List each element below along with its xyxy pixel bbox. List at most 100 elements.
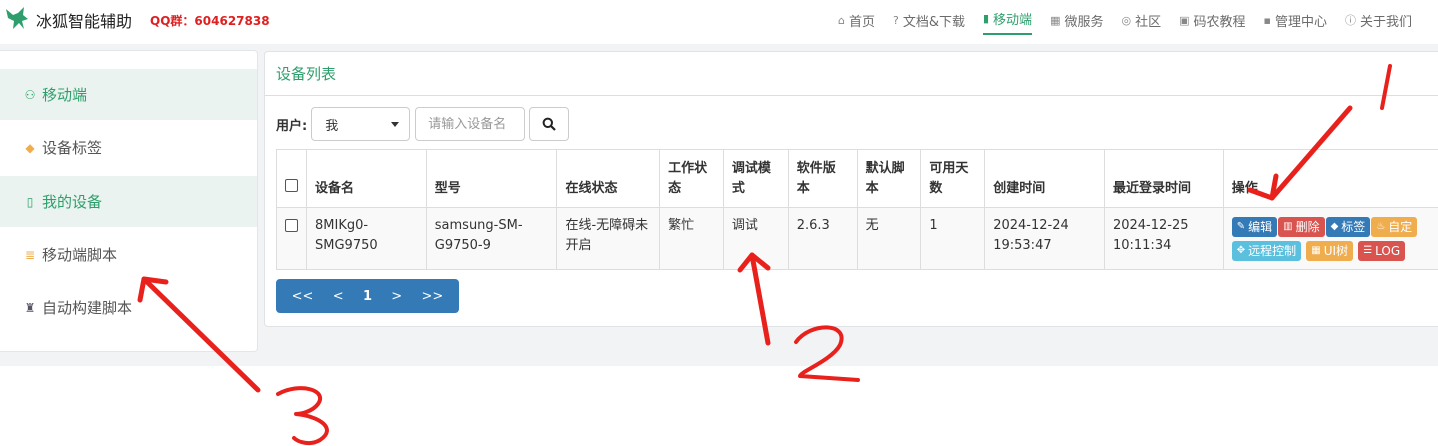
first-page-button[interactable]: << bbox=[292, 289, 314, 304]
table-header-row: 设备名 型号 在线状态 工作状态 调试模式 软件版本 默认脚本 可用天数 创建时… bbox=[276, 149, 1438, 208]
nav-admin[interactable]: ▪ 管理中心 bbox=[1264, 0, 1327, 40]
column-header[interactable]: 最近登录时间 bbox=[1103, 149, 1224, 208]
actions-cell: ✎ 编辑 ▥ 删除 ◆ 标签 ♨ 自定 ✥ 远程控制 ▦ UI树 ☰ LOG bbox=[1222, 207, 1438, 270]
sidebar-item-device-tags[interactable]: ◆ 设备标签 bbox=[0, 122, 257, 173]
annotation-number-3-stroke bbox=[276, 386, 329, 446]
fire-icon: ♨ bbox=[1376, 221, 1386, 232]
chevron-down-icon bbox=[391, 122, 400, 127]
list-icon: ☰ bbox=[1363, 245, 1373, 256]
log-button[interactable]: ☰ LOG bbox=[1358, 241, 1406, 261]
column-header[interactable]: 创建时间 bbox=[984, 149, 1105, 208]
table-row: 8MIKg0-SMG9750 samsung-SM-G9750-9 在线-无障碍… bbox=[276, 207, 1438, 270]
button-label: 标签 bbox=[1341, 220, 1366, 234]
button-label: 自定 bbox=[1388, 220, 1413, 234]
sidebar-item-label: 设备标签 bbox=[42, 139, 103, 157]
trash-icon: ▥ bbox=[1283, 221, 1293, 232]
ui-tree-button[interactable]: ▦ UI树 bbox=[1306, 241, 1354, 261]
nav-home[interactable]: ⌂ 首页 bbox=[838, 0, 875, 40]
debug-mode-cell: 调试 bbox=[722, 207, 789, 270]
nav-label: 文档&下载 bbox=[902, 14, 965, 30]
row-checkbox[interactable] bbox=[285, 219, 298, 232]
tag-icon: ◆ bbox=[25, 140, 35, 155]
column-header[interactable]: 软件版本 bbox=[787, 149, 858, 208]
nav-about[interactable]: ⓘ 关于我们 bbox=[1345, 0, 1412, 40]
grid-icon: ▦ bbox=[1311, 245, 1321, 256]
devices-icon: ▯ bbox=[26, 194, 34, 209]
button-label: 编辑 bbox=[1248, 220, 1273, 234]
grid-icon: ▪ bbox=[1263, 13, 1271, 27]
calendar-icon: ▦ bbox=[1050, 13, 1061, 27]
sidebar-item-auto-build-scripts[interactable]: ♜ 自动构建脚本 bbox=[0, 282, 257, 333]
button-label: LOG bbox=[1375, 244, 1401, 258]
last-page-button[interactable]: >> bbox=[421, 289, 443, 304]
nav-docs[interactable]: ? 文档&下载 bbox=[893, 0, 965, 40]
chat-icon: ◎ bbox=[1121, 13, 1132, 27]
nav-label: 微服务 bbox=[1064, 14, 1104, 30]
sidebar-item-my-devices[interactable]: ▯ 我的设备 bbox=[0, 176, 257, 227]
sidebar-item-label: 移动端脚本 bbox=[42, 246, 118, 264]
device-name-search-input[interactable] bbox=[415, 107, 526, 141]
nav-microservice[interactable]: ▦ 微服务 bbox=[1050, 0, 1103, 40]
device-name-cell: 8MIKg0-SMG9750 bbox=[306, 207, 427, 270]
default-script-cell: 无 bbox=[856, 207, 922, 270]
row-select-cell bbox=[276, 207, 307, 270]
brand-name: 冰狐智能辅助 bbox=[36, 12, 133, 31]
home-icon: ⌂ bbox=[838, 13, 845, 27]
button-label: UI树 bbox=[1323, 244, 1349, 258]
nav-label: 关于我们 bbox=[1360, 14, 1413, 30]
online-status-cell: 在线-无障碍未开启 bbox=[556, 207, 661, 270]
phone-icon: ▮ bbox=[982, 12, 990, 25]
version-cell: 2.6.3 bbox=[787, 207, 858, 270]
device-list-panel: 设备列表 用户: 我 设备名 型号 在线状态 工作状态 调试模式 软件版本 bbox=[264, 51, 1438, 327]
sidebar-item-mobile-scripts[interactable]: ≣ 移动端脚本 bbox=[0, 229, 257, 280]
days-cell: 1 bbox=[920, 207, 986, 270]
remote-control-button[interactable]: ✥ 远程控制 bbox=[1231, 241, 1302, 261]
created-time-cell: 2024-12-24 19:53:47 bbox=[984, 207, 1105, 270]
nav-label: 首页 bbox=[848, 14, 875, 30]
current-page-button[interactable]: 1 bbox=[363, 289, 372, 304]
nav-label: 移动端 bbox=[993, 13, 1033, 28]
user-select[interactable]: 我 bbox=[311, 107, 411, 141]
panel-title: 设备列表 bbox=[265, 52, 1438, 96]
filter-bar: 用户: 我 bbox=[276, 107, 570, 141]
sidebar-item-label: 移动端 bbox=[42, 86, 88, 104]
column-header: 操作 bbox=[1222, 149, 1438, 208]
sidebar-item-mobile[interactable]: ⚇ 移动端 bbox=[0, 69, 257, 120]
tag-button[interactable]: ◆ 标签 bbox=[1325, 217, 1371, 237]
edit-button[interactable]: ✎ 编辑 bbox=[1231, 217, 1278, 237]
user-select-value: 我 bbox=[325, 118, 339, 134]
delete-button[interactable]: ▥ 删除 bbox=[1278, 217, 1325, 237]
sidebar-item-label: 我的设备 bbox=[42, 193, 103, 211]
main-nav: ⌂ 首页 ? 文档&下载 ▮ 移动端 ▦ 微服务 ◎ 社区 ▣ 码农教程 ▪ 管理中心 ⓘ 关于… bbox=[838, 0, 1430, 40]
column-header[interactable]: 默认脚本 bbox=[856, 149, 922, 208]
brand[interactable]: 冰狐智能辅助 QQ群：604627838 bbox=[4, 6, 270, 34]
nav-mobile[interactable]: ▮ 移动端 bbox=[982, 0, 1033, 35]
column-header[interactable]: 可用天数 bbox=[920, 149, 986, 208]
crosshair-icon: ✥ bbox=[1236, 245, 1246, 256]
user-filter-label: 用户: bbox=[276, 118, 308, 134]
nav-label: 社区 bbox=[1135, 14, 1162, 30]
column-header[interactable]: 型号 bbox=[425, 149, 558, 208]
select-all-cell bbox=[276, 149, 307, 208]
prev-page-button[interactable]: < bbox=[333, 289, 344, 304]
builder-icon: ♜ bbox=[24, 300, 36, 315]
next-page-button[interactable]: > bbox=[391, 289, 402, 304]
qq-group-label: QQ群：604627838 bbox=[150, 13, 270, 28]
pagination: << < 1 > >> bbox=[276, 279, 459, 313]
fox-logo-icon bbox=[4, 5, 32, 35]
select-all-checkbox[interactable] bbox=[285, 179, 298, 192]
search-button[interactable] bbox=[529, 107, 570, 141]
tag-icon: ◆ bbox=[1330, 221, 1339, 232]
info-icon: ⓘ bbox=[1345, 14, 1357, 27]
column-header[interactable]: 工作状态 bbox=[659, 149, 724, 208]
column-header[interactable]: 调试模式 bbox=[722, 149, 789, 208]
script-icon: ≣ bbox=[24, 247, 36, 262]
top-navbar: 冰狐智能辅助 QQ群：604627838 ⌂ 首页 ? 文档&下载 ▮ 移动端 ▦ 微服… bbox=[0, 0, 1438, 40]
button-label: 删除 bbox=[1295, 220, 1320, 234]
custom-button[interactable]: ♨ 自定 bbox=[1371, 217, 1418, 237]
column-header[interactable]: 在线状态 bbox=[556, 149, 661, 208]
nav-tutorial[interactable]: ▣ 码农教程 bbox=[1179, 0, 1245, 40]
column-header[interactable]: 设备名 bbox=[306, 149, 427, 208]
sidebar: ⚇ 移动端 ◆ 设备标签 ▯ 我的设备 ≣ 移动端脚本 ♜ 自动构建脚本 bbox=[0, 50, 258, 352]
nav-community[interactable]: ◎ 社区 bbox=[1121, 0, 1161, 40]
